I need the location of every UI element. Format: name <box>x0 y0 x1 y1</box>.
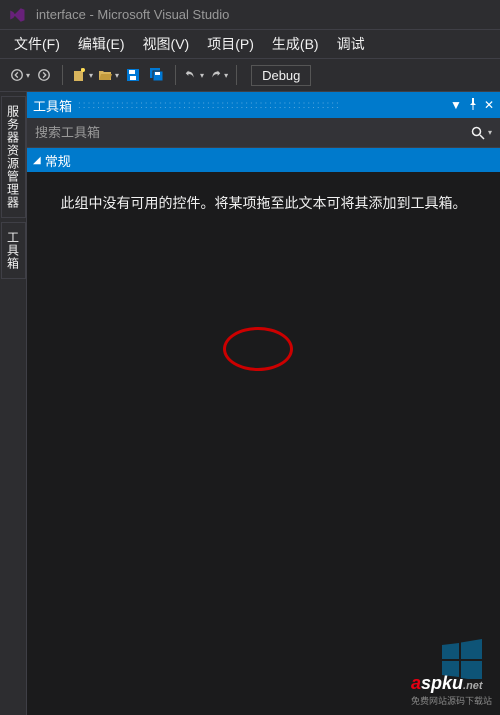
menu-file[interactable]: 文件(F) <box>14 34 60 54</box>
watermark-brand-a: a <box>411 673 421 693</box>
watermark: aspku.net 免费网站源码下载站 <box>411 673 492 707</box>
close-icon[interactable]: ✕ <box>484 98 494 112</box>
toolbox-searchbox: ▾ <box>27 118 500 148</box>
toolbox-title: 工具箱 <box>33 96 72 115</box>
watermark-brand-rest: spku <box>421 673 463 693</box>
chevron-down-icon: ▾ <box>26 71 30 80</box>
toolbox-empty-message: 此组中没有可用的控件。将某项拖至此文本可将其添加到工具箱。 <box>27 172 500 214</box>
search-icon[interactable]: ▾ <box>470 125 492 141</box>
open-button[interactable]: ▾ <box>97 67 119 83</box>
left-sidetabs: 服务器资源管理器 工具箱 <box>0 92 26 715</box>
menu-view[interactable]: 视图(V) <box>143 34 190 54</box>
toolbar-separator <box>175 65 176 85</box>
menu-debug[interactable]: 调试 <box>337 34 365 54</box>
window-title: interface - Microsoft Visual Studio <box>36 7 229 22</box>
main-layout: 服务器资源管理器 工具箱 工具箱 :::::::::::::::::::::::… <box>0 92 500 715</box>
toolbox-panel: 工具箱 ::::::::::::::::::::::::::::::::::::… <box>26 92 500 715</box>
chevron-down-icon: ▾ <box>115 71 119 80</box>
header-grip: ::::::::::::::::::::::::::::::::::::::::… <box>78 100 450 111</box>
toolbox-content[interactable]: 此组中没有可用的控件。将某项拖至此文本可将其添加到工具箱。 <box>27 172 500 715</box>
new-item-button[interactable]: ▾ <box>71 67 93 83</box>
toolbox-header: 工具箱 ::::::::::::::::::::::::::::::::::::… <box>27 92 500 118</box>
watermark-suffix: .net <box>463 680 483 692</box>
config-debug-dropdown[interactable]: Debug <box>251 65 311 86</box>
toolbox-category-general[interactable]: ◢ 常规 <box>27 148 500 172</box>
chevron-down-icon: ▾ <box>488 128 492 137</box>
panel-dropdown-icon[interactable]: ▼ <box>450 98 462 112</box>
nav-forward-button[interactable] <box>34 65 54 85</box>
annotation-circle <box>223 327 293 371</box>
menu-edit[interactable]: 编辑(E) <box>78 34 125 54</box>
toolbar-separator <box>62 65 63 85</box>
chevron-down-icon: ▾ <box>200 71 204 80</box>
vs-logo-icon <box>6 4 28 26</box>
menu-build[interactable]: 生成(B) <box>272 34 319 54</box>
chevron-down-icon: ▾ <box>89 71 93 80</box>
undo-button[interactable]: ▾ <box>184 68 204 82</box>
titlebar: interface - Microsoft Visual Studio <box>0 0 500 30</box>
save-all-button[interactable] <box>147 65 167 85</box>
nav-back-button[interactable]: ▾ <box>10 68 30 82</box>
sidetab-toolbox[interactable]: 工具箱 <box>1 222 26 279</box>
save-button[interactable] <box>123 65 143 85</box>
expander-down-icon: ◢ <box>33 155 41 166</box>
sidetab-server-explorer[interactable]: 服务器资源管理器 <box>1 96 26 218</box>
watermark-tagline: 免费网站源码下载站 <box>411 694 492 707</box>
menu-project[interactable]: 项目(P) <box>207 34 254 54</box>
pin-icon[interactable] <box>468 98 478 113</box>
toolbar-separator <box>236 65 237 85</box>
chevron-down-icon: ▾ <box>224 71 228 80</box>
toolbar: ▾ ▾ ▾ ▾ ▾ Debug <box>0 58 500 92</box>
redo-button[interactable]: ▾ <box>208 68 228 82</box>
menubar: 文件(F) 编辑(E) 视图(V) 项目(P) 生成(B) 调试 <box>0 30 500 58</box>
search-input[interactable] <box>35 125 470 140</box>
category-label: 常规 <box>45 151 71 170</box>
